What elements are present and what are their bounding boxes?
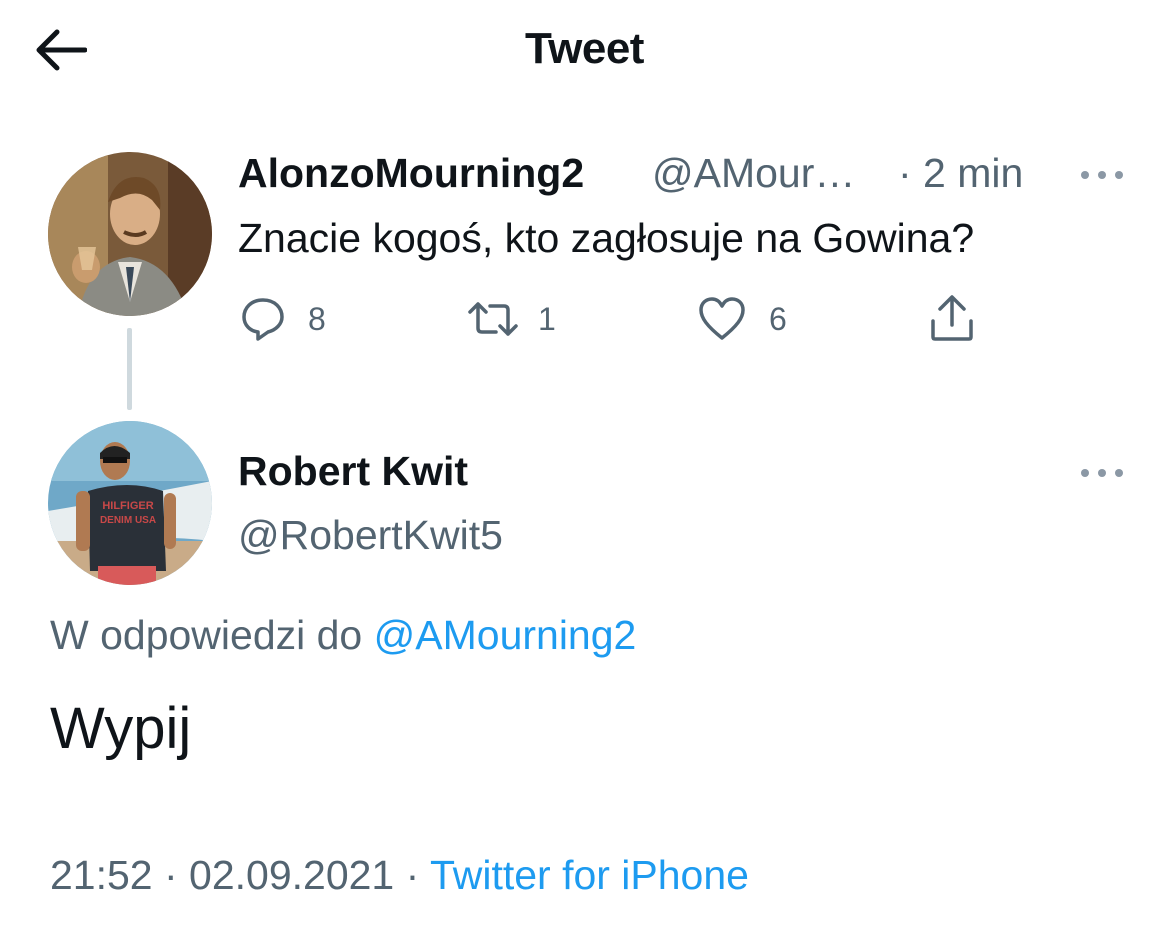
- retweet-icon: [468, 302, 518, 336]
- tweet-source-link[interactable]: Twitter for iPhone: [430, 852, 749, 898]
- reply-count: 8: [308, 300, 326, 337]
- parent-display-name[interactable]: AlonzoMourning2: [238, 150, 584, 197]
- retweet-count: 1: [538, 300, 556, 337]
- tweet-timestamp[interactable]: 21:52 · 02.09.2021 ·: [50, 852, 419, 898]
- share-icon: [931, 295, 973, 341]
- reply-handle[interactable]: @RobertKwit5: [238, 512, 503, 559]
- reply-action[interactable]: 8: [240, 296, 326, 342]
- comment-icon: [242, 298, 284, 341]
- replying-to-label: W odpowiedzi do: [50, 612, 363, 658]
- reply-tweet-text: Wypij: [50, 696, 192, 761]
- reply-more-button[interactable]: [1074, 458, 1130, 488]
- like-action[interactable]: 6: [697, 296, 787, 342]
- more-icon: [1081, 171, 1123, 179]
- like-count: 6: [769, 300, 787, 337]
- replying-to: W odpowiedzi do @AMourning2: [50, 612, 636, 659]
- shirt-print: HILFIGER: [102, 500, 153, 512]
- page-title: Tweet: [525, 24, 644, 73]
- more-icon: [1081, 469, 1123, 477]
- replying-to-mention[interactable]: @AMourning2: [374, 612, 637, 658]
- svg-text:DENIM USA: DENIM USA: [100, 515, 156, 526]
- thread-connector-line: [127, 328, 132, 410]
- parent-handle[interactable]: @AMour…: [652, 150, 855, 197]
- heart-icon: [699, 297, 745, 340]
- tweet-meta: 21:52 · 02.09.2021 · Twitter for iPhone: [50, 852, 749, 899]
- parent-timestamp[interactable]: · 2 min: [898, 150, 1023, 197]
- share-action[interactable]: [928, 293, 976, 343]
- parent-tweet-text: Znacie kogoś, kto zagłosuje na Gowina?: [238, 215, 975, 261]
- avatar-robertkwit[interactable]: HILFIGER DENIM USA: [48, 421, 212, 585]
- retweet-action[interactable]: 1: [466, 298, 556, 340]
- reply-display-name[interactable]: Robert Kwit: [238, 448, 468, 495]
- parent-more-button[interactable]: [1074, 160, 1130, 190]
- avatar-alonzomourning2[interactable]: [48, 152, 212, 316]
